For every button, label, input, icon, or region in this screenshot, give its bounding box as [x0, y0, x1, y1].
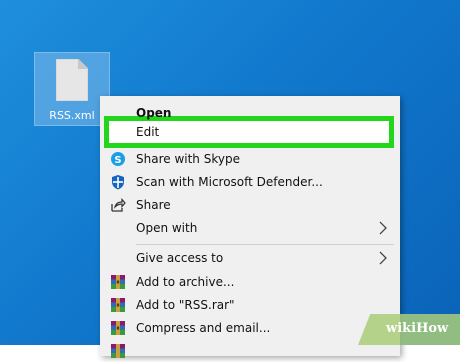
- menu-item-open-with[interactable]: Open with: [100, 217, 400, 239]
- menu-item-edit[interactable]: Edit: [100, 121, 400, 143]
- menu-item-label: Add to archive...: [136, 275, 235, 289]
- menu-item-label: Share with Skype: [136, 152, 240, 166]
- menu-item-label: Compress and email...: [136, 321, 271, 335]
- menu-item-add-to-archive[interactable]: Add to archive...: [100, 271, 400, 293]
- menu-item-label: Scan with Microsoft Defender...: [136, 175, 323, 189]
- winrar-icon: [111, 275, 125, 289]
- menu-item-add-to-rss-rar[interactable]: Add to "RSS.rar": [100, 294, 400, 316]
- menu-item-compress-and-email[interactable]: Compress and email...: [100, 317, 400, 339]
- chevron-right-icon: [379, 251, 387, 265]
- menu-item-share[interactable]: Share: [100, 194, 400, 216]
- file-name-label: RSS.xml: [49, 109, 95, 122]
- context-menu: Open Edit S Share with Skype Scan with M…: [100, 96, 400, 358]
- watermark-text: wikiHow: [386, 321, 449, 336]
- menu-item-share-with-skype[interactable]: S Share with Skype: [100, 148, 400, 170]
- skype-icon: S: [111, 152, 125, 166]
- menu-item-label: Give access to: [136, 251, 224, 265]
- share-icon: [111, 197, 126, 212]
- menu-item-scan-defender[interactable]: Scan with Microsoft Defender...: [100, 171, 400, 193]
- winrar-icon: [111, 321, 125, 335]
- menu-item-label: Add to "RSS.rar": [136, 298, 235, 312]
- svg-text:S: S: [114, 155, 121, 166]
- menu-item-label: Edit: [136, 125, 160, 139]
- defender-shield-icon: [112, 175, 124, 190]
- document-icon: [56, 59, 88, 101]
- chevron-right-icon: [379, 221, 387, 235]
- winrar-icon: [111, 344, 125, 358]
- desktop-background: RSS.xml Open Edit S Share with Skype Sca…: [0, 0, 460, 358]
- menu-item-label: Open with: [136, 221, 198, 235]
- menu-item-give-access-to[interactable]: Give access to: [100, 247, 400, 269]
- winrar-icon: [111, 298, 125, 312]
- menu-item-label: Open: [136, 106, 172, 120]
- menu-item-partial[interactable]: [100, 340, 400, 362]
- desktop-file-rss-xml[interactable]: RSS.xml: [34, 52, 110, 126]
- menu-separator: [136, 244, 394, 245]
- menu-item-label: Share: [136, 198, 171, 212]
- wikihow-watermark: wikiHow: [358, 314, 460, 345]
